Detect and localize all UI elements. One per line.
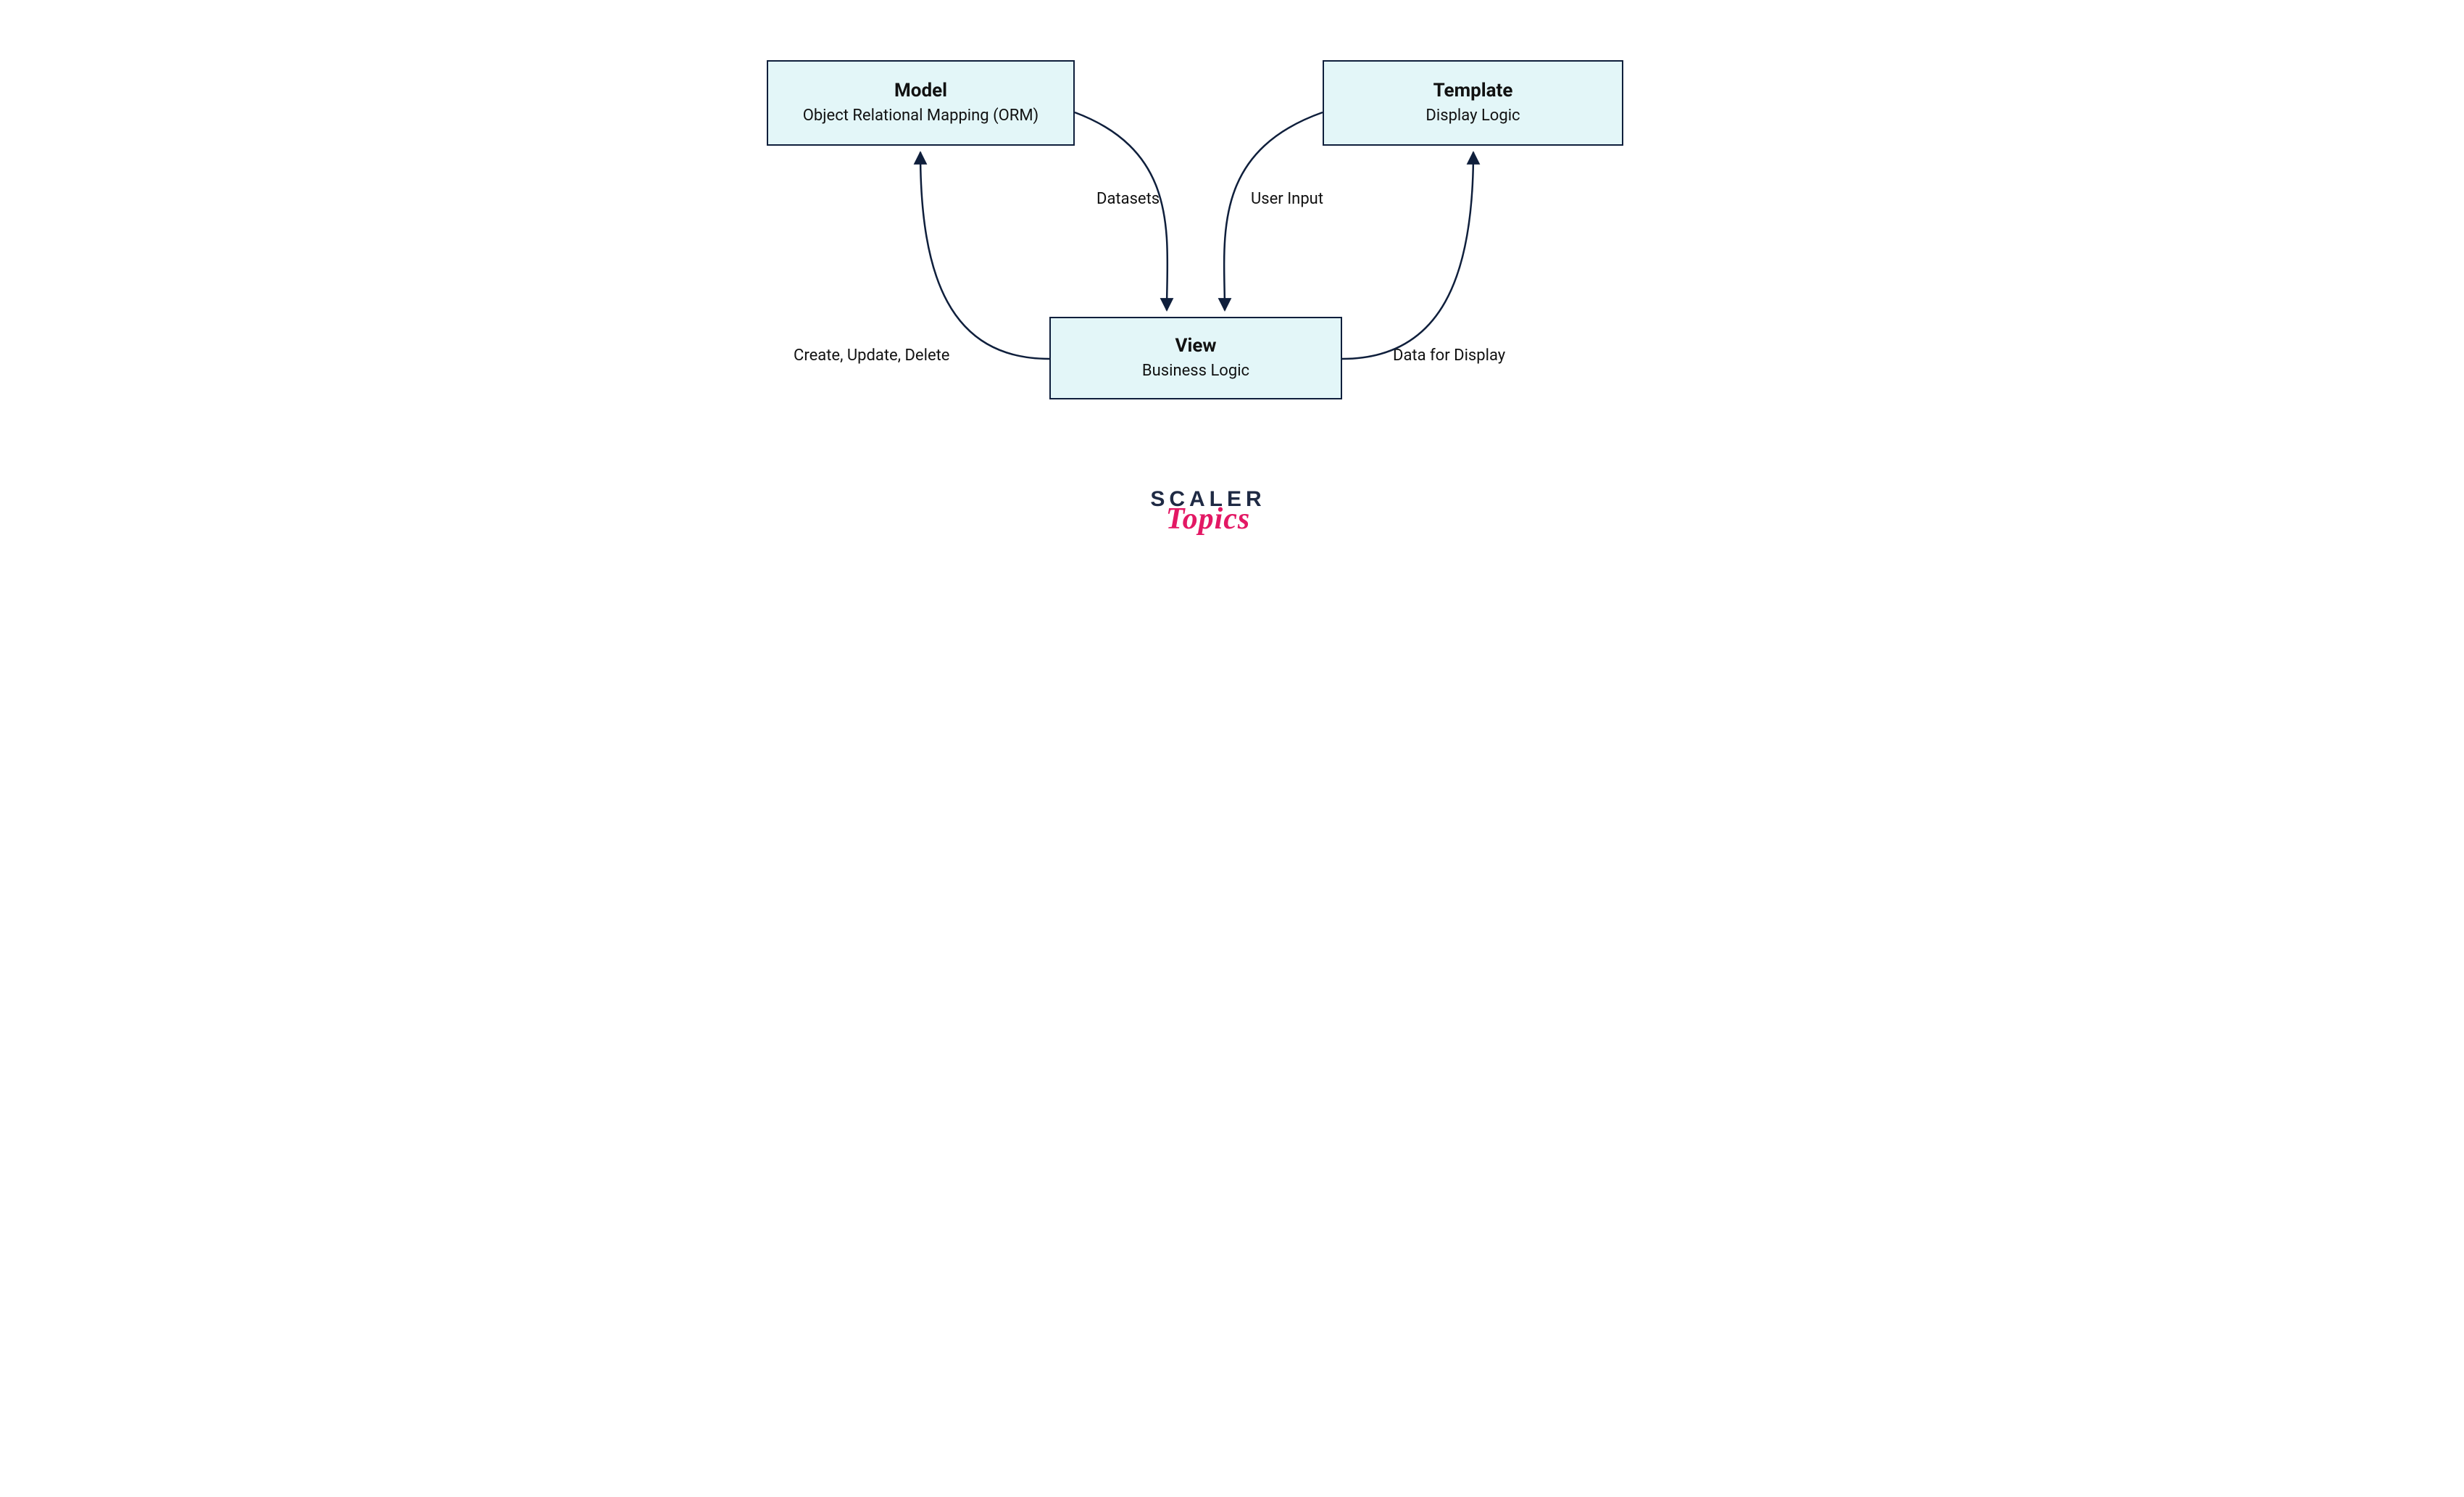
scaler-topics-logo: SCALER Topics <box>1146 487 1270 536</box>
diagram-canvas: Model Object Relational Mapping (ORM) Te… <box>688 0 1776 661</box>
edge-label-cud: Create, Update, Delete <box>794 347 949 365</box>
model-box: Model Object Relational Mapping (ORM) <box>767 60 1075 146</box>
model-title: Model <box>894 80 947 102</box>
edge-datasets <box>1075 112 1168 310</box>
edge-data-display <box>1342 152 1473 359</box>
template-title: Template <box>1433 80 1513 102</box>
edge-label-data-display: Data for Display <box>1393 347 1505 365</box>
template-box: Template Display Logic <box>1323 60 1623 146</box>
template-subtitle: Display Logic <box>1425 107 1520 125</box>
edge-label-user-input: User Input <box>1251 190 1323 208</box>
edge-user-input <box>1224 112 1323 310</box>
edge-cud <box>920 152 1049 359</box>
view-box: View Business Logic <box>1049 317 1342 399</box>
model-subtitle: Object Relational Mapping (ORM) <box>803 107 1039 125</box>
edge-label-datasets: Datasets <box>1096 190 1160 208</box>
view-subtitle: Business Logic <box>1142 362 1249 381</box>
view-title: View <box>1175 335 1216 357</box>
